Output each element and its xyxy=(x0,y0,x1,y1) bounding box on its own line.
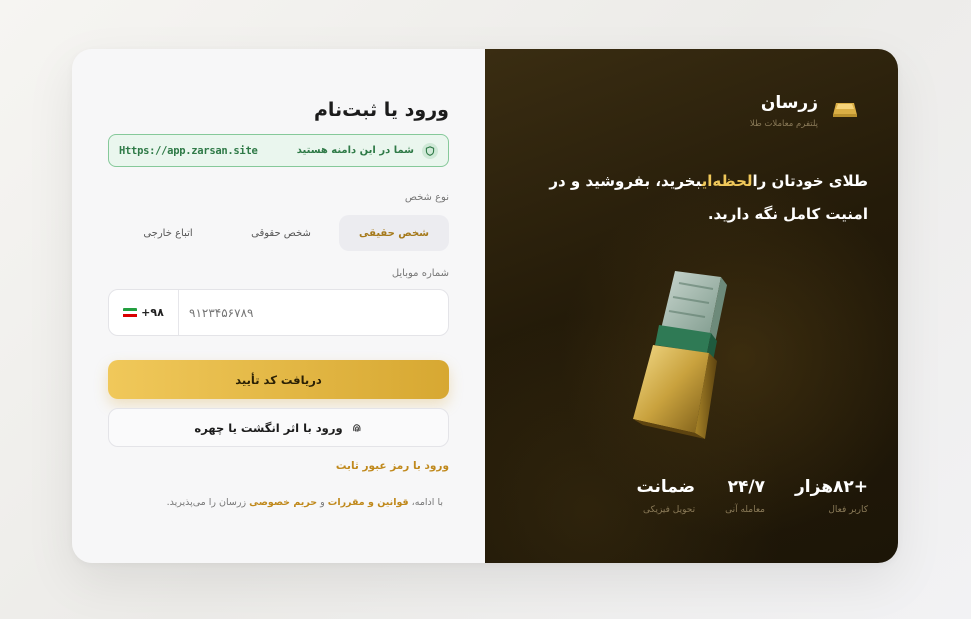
hero-headline: طلای خودتان رالحظه‌ایبخرید، بفروشید و در… xyxy=(549,172,868,223)
domain-notice: شما در این دامنه هستید Https://app.zarsa… xyxy=(108,134,449,167)
form-title: ورود یا ثبت‌نام xyxy=(313,99,449,121)
biometric-login-label: ورود با اثر انگشت یا چهره xyxy=(194,420,343,435)
stat-guarantee: ضمانت تحویل فیزیکی xyxy=(636,477,696,515)
biometric-login-button[interactable]: ورود با اثر انگشت یا چهره xyxy=(108,408,449,447)
gold-bar-logo-icon xyxy=(833,103,857,117)
stat-users: +۸۲هزار کاربر فعال xyxy=(795,477,868,515)
login-card: ورود یا ثبت‌نام شما در این دامنه هستید H… xyxy=(72,49,898,563)
country-code: +۹۸ xyxy=(141,306,164,319)
fingerprint-icon xyxy=(352,423,361,432)
terms-notice: با ادامه، قوانین و مقررات و حریم خصوصی ز… xyxy=(166,497,443,508)
headline-highlight: لحظه‌ای xyxy=(701,172,753,190)
tab-foreign-national[interactable]: اتباع خارجی xyxy=(113,215,223,251)
tab-legal-person[interactable]: شخص حقوقی xyxy=(226,215,336,251)
password-login-link[interactable]: ورود با رمز عبور ثابت xyxy=(336,460,449,472)
iran-flag-icon xyxy=(123,307,138,318)
login-form-panel: ورود یا ثبت‌نام شما در این دامنه هستید H… xyxy=(72,49,485,563)
shield-icon xyxy=(422,142,438,159)
privacy-link[interactable]: حریم خصوصی xyxy=(249,497,317,508)
brand-tagline: پلتفرم معاملات طلا xyxy=(749,119,818,129)
gold-bar-banknotes-image xyxy=(633,271,727,439)
stat-trading: ۲۴/۷ معامله آنی xyxy=(725,477,765,515)
country-code-selector[interactable]: +۹۸ xyxy=(109,290,179,335)
person-type-selector: شخص حقیقی شخص حقوقی اتباع خارجی xyxy=(108,215,449,251)
phone-field: +۹۸ xyxy=(108,289,449,336)
stats-row: +۸۲هزار کاربر فعال ۲۴/۷ معامله آنی ضمانت… xyxy=(637,477,869,515)
domain-notice-text: شما در این دامنه هستید xyxy=(296,145,414,156)
mobile-label: شماره موبایل xyxy=(391,268,449,279)
person-type-label: نوع شخص xyxy=(404,192,449,203)
domain-url: Https://app.zarsan.site xyxy=(119,144,258,157)
tab-natural-person[interactable]: شخص حقیقی xyxy=(339,215,449,251)
get-code-button[interactable]: دریافت کد تأیید xyxy=(108,360,449,399)
phone-input[interactable] xyxy=(179,290,448,335)
terms-link[interactable]: قوانین و مقررات xyxy=(328,497,409,508)
brand-panel: زرسان پلتفرم معاملات طلا طلای خودتان رال… xyxy=(485,49,898,563)
brand-name: زرسان xyxy=(760,93,818,113)
